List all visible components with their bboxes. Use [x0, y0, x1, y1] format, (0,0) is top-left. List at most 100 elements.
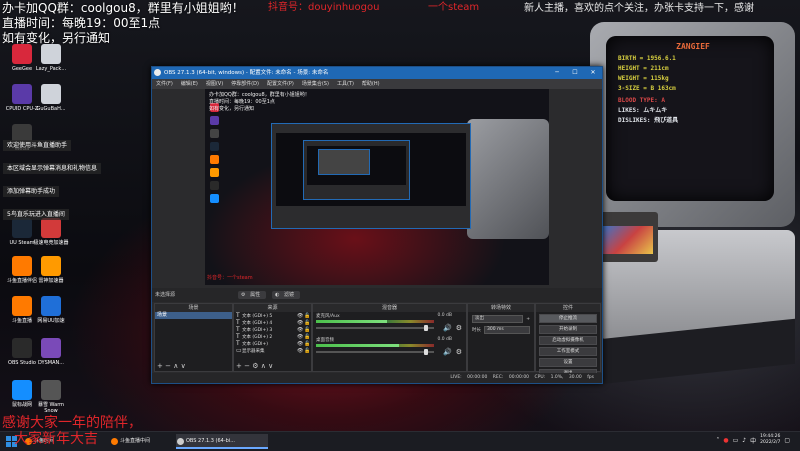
volume-slider[interactable] [316, 349, 434, 355]
desktop-icon[interactable]: GuGuBaH... [33, 84, 69, 112]
filters-button[interactable]: ◐ 滤镜 [272, 291, 301, 299]
douyu-icon [12, 256, 32, 276]
duration-input[interactable]: 300 ms [484, 326, 530, 334]
uu-icon [41, 296, 61, 316]
controls-dock-title: 控件 [536, 304, 600, 312]
lock-icon[interactable]: 🔓 [304, 341, 311, 347]
scene-item[interactable]: 场景 [155, 312, 232, 319]
taskbar-item-label: OBS 27.1.3 (64-bi... [186, 438, 235, 444]
wallpaper-character-card: ZANGIEF BIRTH = 1956.6.1 HEIGHT = 211cm … [618, 42, 768, 126]
desktop-icon[interactable]: DYSMAN... [33, 338, 69, 366]
clock[interactable]: 19:44:26 2022/2/7 [760, 434, 780, 446]
preview-overlay-text: 办卡加QQ群：coolgou8，群里有小姐姐哟！ 直播时间：每晚19：00至1点… [205, 89, 549, 127]
speaker-icon[interactable]: 🔊 [443, 348, 452, 356]
system-tray: ˄ ● ▭ ♪ 中 19:44:26 2022/2/7 ▢ [716, 434, 790, 446]
start-recording-button[interactable]: 开始录制 [539, 325, 597, 334]
source-name: 文本 (GDI+) 3 [242, 327, 273, 333]
menu-tools[interactable]: 工具(T) [337, 79, 354, 89]
transition-select[interactable]: 淡出 [472, 315, 524, 323]
eye-icon[interactable]: 👁 [297, 327, 304, 333]
slider-handle[interactable] [423, 349, 428, 355]
source-item[interactable]: T 文本 (GDI+) 2 👁 🔓 [234, 333, 311, 340]
desktop-icon-label: 网易UU加速 [37, 318, 65, 324]
desktop-icon[interactable]: 暴雪 Warm Snow [33, 380, 69, 414]
chevron-up-icon[interactable]: ˄ [716, 437, 719, 444]
add-scene-button[interactable]: + [157, 362, 163, 370]
lock-icon[interactable]: 🔓 [304, 313, 311, 319]
move-up-button[interactable]: ∧ [261, 362, 266, 370]
lock-icon[interactable]: 🔓 [304, 334, 311, 340]
source-settings-icon[interactable]: ⚙ [252, 362, 258, 370]
duration-label: 时长 [472, 328, 481, 333]
rec-status: REC: 00:00:00 [492, 375, 530, 380]
controls-dock: 控件 停止推流 开始录制 启动虚拟摄像机 工作室模式 设置 退出 [535, 303, 601, 378]
source-item[interactable]: T 文本 (GDI+) 5 👁 🔓 [234, 312, 311, 319]
eye-icon[interactable]: 👁 [297, 341, 304, 347]
add-source-button[interactable]: + [236, 362, 242, 370]
remove-source-button[interactable]: − [244, 362, 250, 370]
settings-button[interactable]: 设置 [539, 358, 597, 367]
obs-title-bar[interactable]: OBS 27.1.3 (64-bit, windows) - 配置文件: 未命名… [152, 67, 602, 79]
maximize-button[interactable]: ☐ [566, 67, 584, 79]
remove-scene-button[interactable]: − [165, 362, 171, 370]
taskbar-item[interactable]: 斗鱼直播中间 [110, 434, 182, 449]
volume-icon[interactable]: ♪ [742, 437, 746, 444]
no-source-selected-label: 未选择源 [155, 292, 176, 298]
eye-icon[interactable]: 👁 [297, 320, 304, 326]
mic-icon[interactable]: ● [723, 437, 728, 444]
eye-icon[interactable]: 👁 [297, 313, 304, 319]
lock-icon[interactable]: 🔓 [304, 320, 311, 326]
obs-preview-canvas[interactable]: 办卡加QQ群：coolgou8，群里有小姐姐哟！ 直播时间：每晚19：00至1点… [205, 89, 549, 285]
menu-scene-collection[interactable]: 场景集合(S) [302, 79, 329, 89]
ime-icon[interactable]: 中 [750, 436, 756, 445]
start-virtual-camera-button[interactable]: 启动虚拟摄像机 [539, 336, 597, 345]
lock-icon[interactable]: 🔓 [304, 327, 311, 333]
source-item[interactable]: T 文本 (GDI+) 👁 🔓 [234, 340, 311, 347]
obs-window[interactable]: OBS 27.1.3 (64-bit, windows) - 配置文件: 未命名… [151, 66, 603, 384]
source-item[interactable]: T 文本 (GDI+) 3 👁 🔓 [234, 326, 311, 333]
cpu-status: CPU: 1.0%, 30.00 fps [534, 375, 595, 380]
obs-icon [12, 338, 32, 358]
properties-button[interactable]: ⚙ 属性 [238, 291, 267, 299]
desktop-icon[interactable]: Lazy_Pack... [33, 44, 69, 72]
sources-dock: 来源 T 文本 (GDI+) 5 👁 🔓 T 文本 (GDI+) 4 👁 🔓 T 文本 (GDI+… [233, 303, 312, 372]
gear-icon[interactable]: ⚙ [456, 324, 462, 332]
eye-icon[interactable]: 👁 [297, 348, 304, 354]
move-down-button[interactable]: ∨ [268, 362, 273, 370]
source-item[interactable]: T 文本 (GDI+) 4 👁 🔓 [234, 319, 311, 326]
minimize-button[interactable]: ─ [548, 67, 566, 79]
speaker-icon[interactable]: 🔊 [443, 324, 452, 332]
notification-icon[interactable]: ▢ [784, 437, 790, 444]
close-button[interactable]: ✕ [584, 67, 602, 79]
overlay-qq-group: 办卡加QQ群：coolgou8，群里有小姐姐哟！ [2, 1, 244, 15]
menu-profile[interactable]: 配置文件(P) [267, 79, 294, 89]
move-up-button[interactable]: ∧ [173, 362, 178, 370]
menu-file[interactable]: 文件(F) [156, 79, 173, 89]
move-down-button[interactable]: ∨ [181, 362, 186, 370]
scenes-dock-title: 场景 [155, 304, 232, 312]
desktop-icon[interactable]: 极速电竞加速器 [33, 218, 69, 246]
desktop-icon[interactable]: 网易UU加速 [33, 296, 69, 324]
studio-mode-button[interactable]: 工作室模式 [539, 347, 597, 356]
menu-help[interactable]: 帮助(H) [362, 79, 380, 89]
gear-icon[interactable]: ⚙ [456, 348, 462, 356]
desktop-icon-label: 雷神加速器 [38, 278, 64, 284]
eye-icon[interactable]: 👁 [297, 334, 304, 340]
volume-slider[interactable] [316, 325, 434, 331]
network-icon[interactable]: ▭ [733, 437, 739, 444]
source-name: 文本 (GDI+) [242, 341, 268, 347]
stop-streaming-button[interactable]: 停止推流 [539, 314, 597, 323]
game-icon [41, 338, 61, 358]
desktop-icon-label: Lazy_Pack... [35, 66, 67, 72]
character-name: ZANGIEF [676, 42, 710, 51]
menu-edit[interactable]: 编辑(E) [181, 79, 198, 89]
menu-docks[interactable]: 停靠部件(D) [231, 79, 259, 89]
geegee-icon [12, 44, 32, 64]
taskbar-item[interactable]: OBS 27.1.3 (64-bi... [176, 434, 268, 449]
slider-handle[interactable] [423, 325, 428, 331]
source-item[interactable]: ▭ 显示器采集 👁 🔓 [234, 347, 311, 354]
menu-view[interactable]: 视图(V) [206, 79, 223, 89]
desktop-icon[interactable]: 雷神加速器 [33, 256, 69, 284]
lock-icon[interactable]: 🔓 [304, 348, 311, 354]
add-transition-button[interactable]: + [526, 317, 530, 322]
